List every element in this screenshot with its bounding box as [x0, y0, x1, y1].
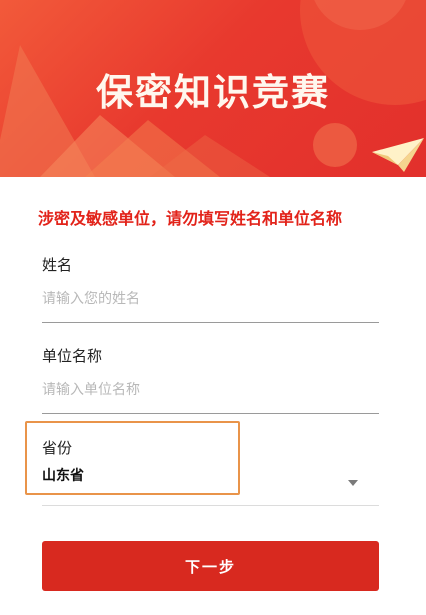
paper-plane-icon	[372, 138, 424, 172]
privacy-notice: 涉密及敏感单位，请勿填写姓名和单位名称	[38, 209, 343, 228]
page-title: 保密知识竞赛	[96, 70, 330, 114]
province-underline	[42, 505, 379, 506]
unit-label: 单位名称	[42, 347, 103, 365]
province-label: 省份	[42, 439, 73, 457]
next-step-button[interactable]: 下一步	[42, 541, 379, 591]
unit-underline	[42, 413, 379, 414]
province-select[interactable]: 山东省	[42, 465, 84, 485]
name-label: 姓名	[42, 256, 73, 274]
chevron-down-icon[interactable]	[348, 480, 358, 486]
name-input[interactable]	[42, 287, 379, 311]
name-underline	[42, 322, 379, 323]
unit-input[interactable]	[42, 378, 379, 402]
header-banner: 保密知识竞赛	[0, 0, 426, 177]
